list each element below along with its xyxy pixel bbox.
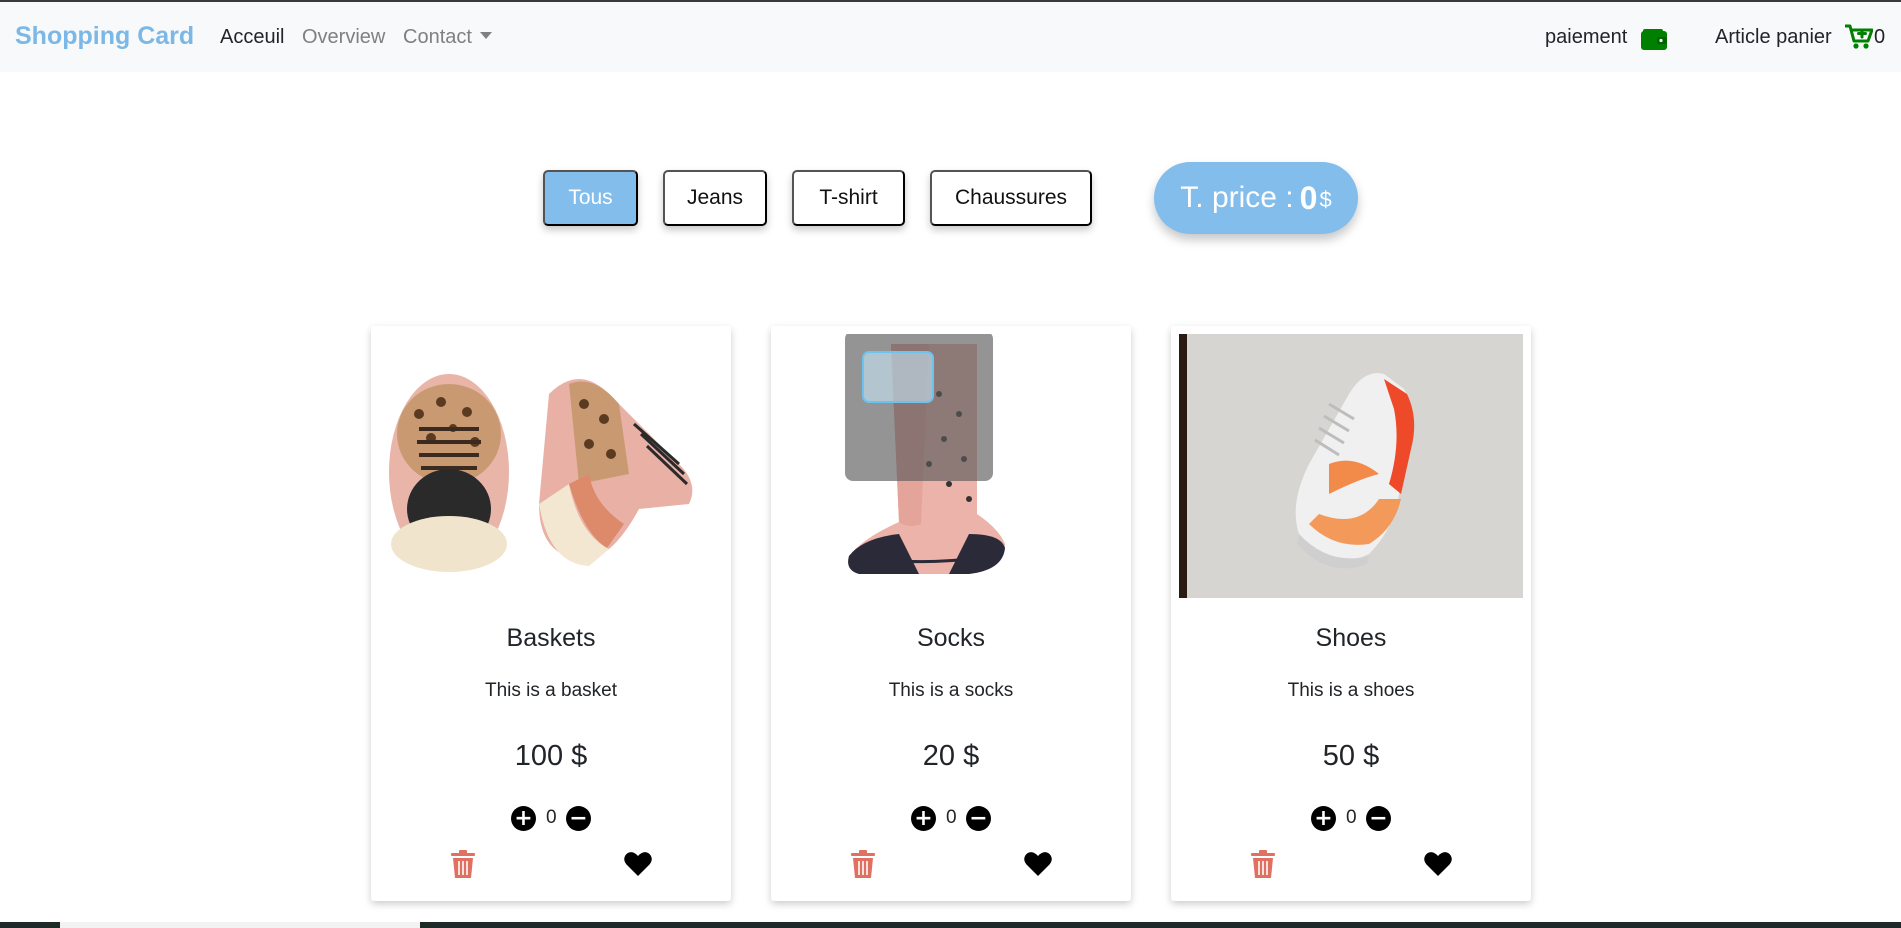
filter-chaussures-button[interactable]: Chaussures — [930, 170, 1092, 226]
product-title: Socks — [916, 624, 986, 652]
nav-dropdown-contact[interactable]: Contact — [403, 26, 492, 49]
trash-icon[interactable] — [1251, 850, 1275, 878]
product-price: 100 $ — [514, 740, 588, 772]
filter-tous-button[interactable]: Tous — [543, 170, 638, 226]
navbar: Shopping Card Acceuil Overview Contact p… — [0, 2, 1901, 72]
product-title: Shoes — [1315, 624, 1387, 652]
minus-circle-icon[interactable]: − — [566, 805, 591, 831]
product-title: Baskets — [506, 624, 596, 652]
minus-circle-icon[interactable]: − — [1366, 805, 1391, 831]
taskbar-strip — [0, 922, 1901, 928]
product-description: This is a basket — [485, 680, 617, 701]
product-description: This is a socks — [888, 680, 1014, 701]
product-card-shoes: Shoes This is a shoes 50 $ + 0 − — [1171, 326, 1531, 901]
product-image-shoes — [1179, 334, 1523, 598]
cart-link[interactable]: Article panier — [1715, 26, 1832, 49]
filter-jeans-button[interactable]: Jeans — [663, 170, 767, 226]
product-card-socks: Socks This is a socks 20 $ + 0 − — [771, 326, 1131, 901]
cart-count-badge: 0 — [1874, 26, 1886, 48]
filter-tshirt-button[interactable]: T-shirt — [792, 170, 905, 226]
product-card-baskets: Baskets This is a basket 100 $ + 0 − — [371, 326, 731, 901]
quantity-value: 0 — [546, 807, 557, 828]
total-price-value: 0 — [1299, 179, 1318, 216]
taskbar-active-segment — [60, 922, 420, 928]
trash-icon[interactable] — [451, 850, 475, 878]
total-price-badge: T. price : 0 $ — [1154, 162, 1358, 234]
wallet-icon[interactable] — [1641, 29, 1667, 50]
brand-link[interactable]: Shopping Card — [15, 22, 194, 51]
product-image-baskets — [379, 334, 723, 598]
product-description: This is a shoes — [1287, 680, 1415, 701]
quantity-stepper: + 0 − — [1171, 804, 1531, 832]
chevron-down-icon — [479, 32, 492, 40]
quantity-value: 0 — [1346, 807, 1357, 828]
heart-icon[interactable] — [1424, 851, 1452, 877]
heart-icon[interactable] — [1024, 851, 1052, 877]
plus-circle-icon[interactable]: + — [911, 805, 936, 831]
plus-circle-icon[interactable]: + — [511, 805, 536, 831]
nav-link-acceuil[interactable]: Acceuil — [220, 26, 284, 49]
product-price: 20 $ — [922, 740, 980, 772]
minus-circle-icon[interactable]: − — [966, 805, 991, 831]
plus-circle-icon[interactable]: + — [1311, 805, 1336, 831]
total-price-label: T. price : — [1180, 181, 1294, 214]
trash-icon[interactable] — [851, 850, 875, 878]
quantity-value: 0 — [946, 807, 957, 828]
heart-icon[interactable] — [624, 851, 652, 877]
product-image-socks — [779, 334, 1123, 598]
quantity-stepper: + 0 − — [771, 804, 1131, 832]
cart-plus-icon[interactable] — [1845, 24, 1873, 50]
quantity-stepper: + 0 − — [371, 804, 731, 832]
nav-link-contact-label: Contact — [403, 26, 472, 48]
payment-link[interactable]: paiement — [1545, 26, 1627, 49]
nav-link-overview[interactable]: Overview — [302, 26, 385, 49]
total-price-currency: $ — [1319, 187, 1332, 212]
product-price: 50 $ — [1322, 740, 1380, 772]
